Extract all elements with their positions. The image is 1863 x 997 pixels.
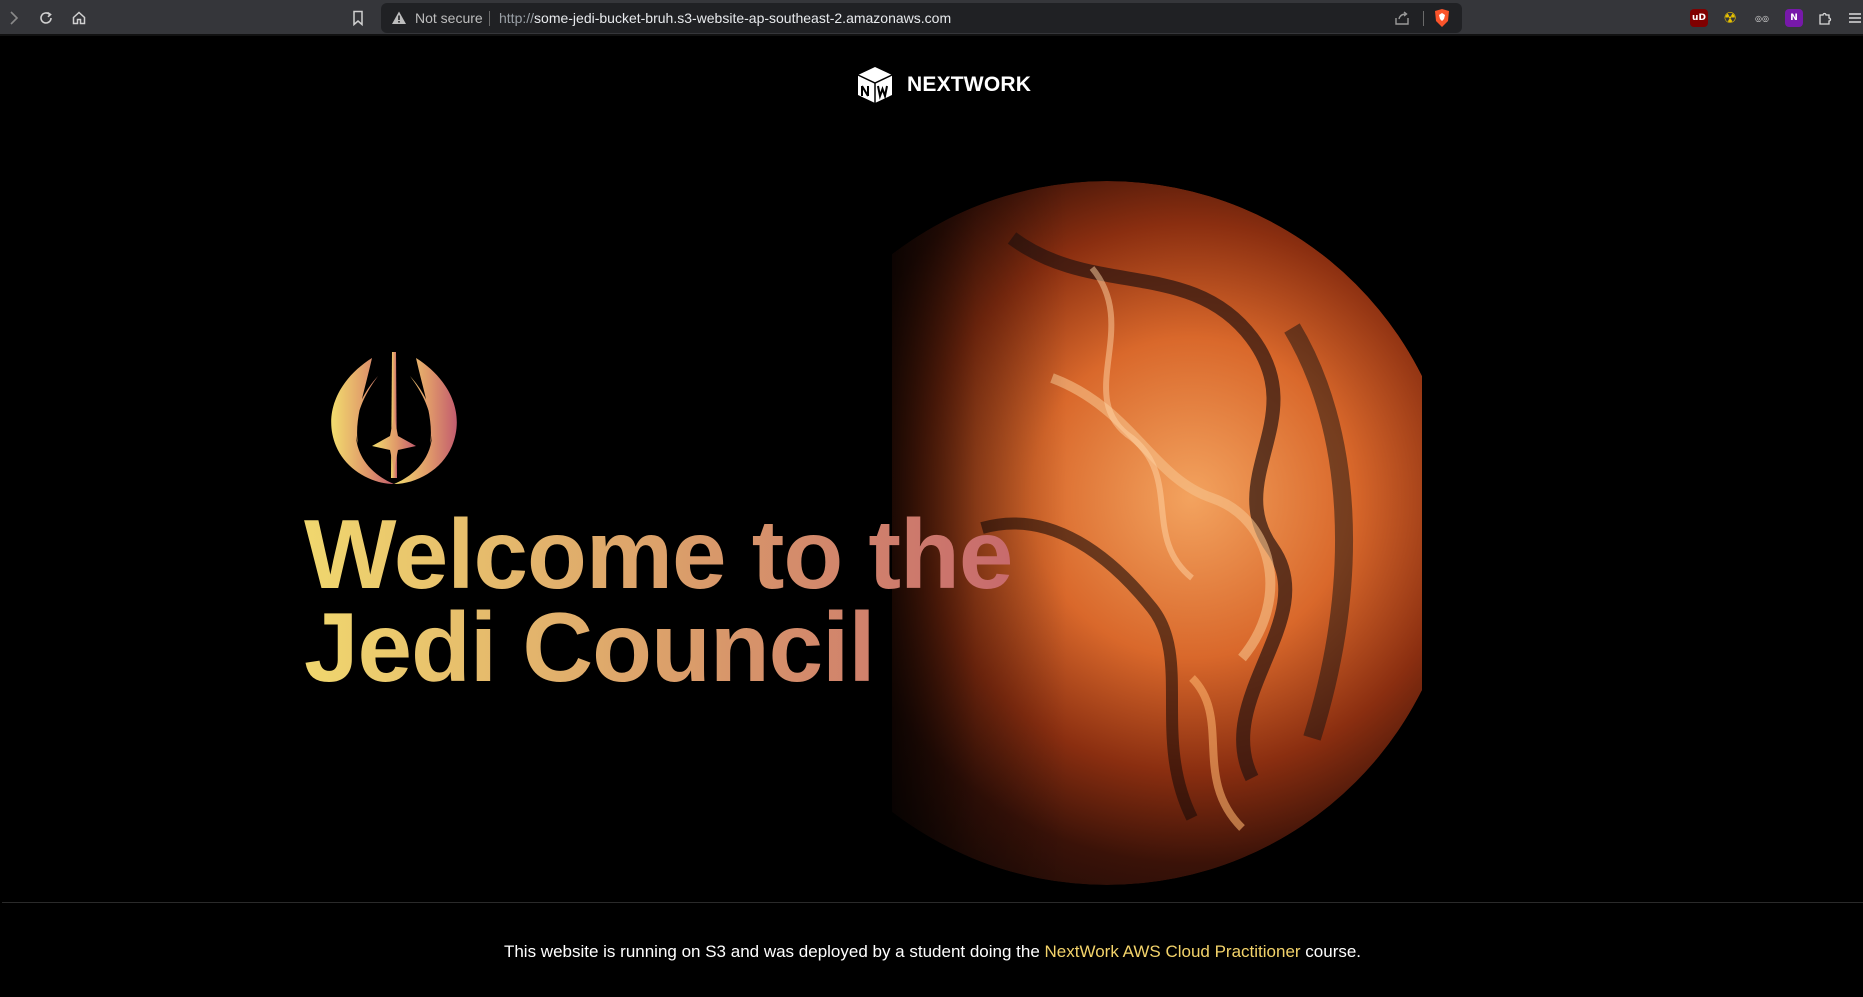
spy-glasses-icon[interactable]: ◎◎ [1753, 9, 1771, 27]
forward-button[interactable] [2, 6, 26, 30]
web-page: NEXTWORK Welcome to the Jedi Council Thi… [2, 38, 1863, 997]
address-bar-divider [489, 11, 490, 26]
chevron-right-icon [10, 11, 19, 25]
footer-divider [2, 902, 1863, 903]
brave-shields-icon[interactable] [1433, 8, 1451, 28]
url-host: some-jedi-bucket-bruh.s3-website-ap-sout… [534, 10, 952, 26]
warning-triangle-icon [392, 11, 406, 24]
jedi-order-emblem-icon [331, 352, 457, 484]
footer-text: This website is running on S3 and was de… [2, 942, 1863, 962]
share-icon[interactable] [1393, 9, 1411, 27]
url-protocol: http:// [499, 10, 535, 26]
nextwork-logo[interactable]: NEXTWORK [855, 65, 1031, 105]
footer-prefix: This website is running on S3 and was de… [503, 942, 1045, 961]
address-bar-divider-2 [1423, 11, 1424, 26]
brand-name: NEXTWORK [907, 73, 1032, 96]
home-button[interactable] [67, 6, 91, 30]
reload-icon [40, 11, 52, 24]
bookmark-button[interactable] [346, 6, 370, 30]
hero-title-line-1: Welcome to the [304, 499, 1013, 609]
reload-button[interactable] [34, 6, 58, 30]
nextwork-cube-icon [857, 67, 893, 103]
not-secure-label[interactable]: Not secure [415, 10, 483, 26]
extensions-puzzle-icon[interactable] [1816, 9, 1834, 27]
browser-toolbar: Not secure http://some-jedi-bucket-bruh.… [0, 0, 1863, 36]
onenote-icon[interactable]: N [1785, 9, 1803, 27]
footer-suffix: course. [1300, 942, 1362, 961]
hero-title: Welcome to the Jedi Council [304, 508, 1104, 694]
hero-title-line-2: Jedi Council [304, 592, 875, 702]
hamburger-icon [1849, 13, 1861, 23]
menu-icon[interactable] [1848, 9, 1862, 27]
address-bar[interactable]: Not secure http://some-jedi-bucket-bruh.… [381, 3, 1462, 33]
url-text[interactable]: http://some-jedi-bucket-bruh.s3-website-… [499, 10, 951, 26]
radiation-icon[interactable]: ☢ [1721, 9, 1739, 27]
bookmark-icon [353, 10, 363, 26]
course-link[interactable]: NextWork AWS Cloud Practitioner [1045, 942, 1301, 961]
home-icon [72, 11, 86, 25]
puzzle-icon [1819, 12, 1832, 25]
ublock-origin-icon[interactable]: uD [1690, 9, 1708, 27]
